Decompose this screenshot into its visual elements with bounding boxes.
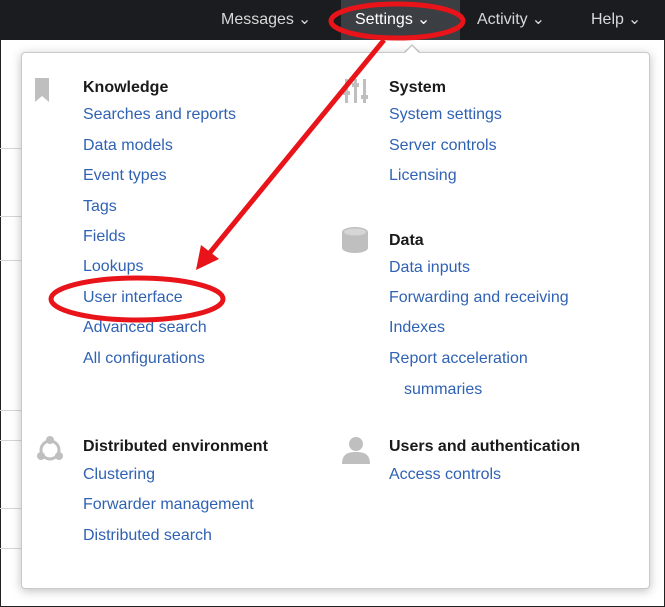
section-title-users-and-authentication: Users and authentication — [389, 438, 581, 455]
link-report-acceleration-summaries[interactable]: summaries — [404, 381, 482, 399]
background-divider — [0, 410, 21, 411]
database-icon — [342, 227, 368, 253]
link-searches-and-reports[interactable]: Searches and reports — [83, 106, 236, 124]
link-fields[interactable]: Fields — [83, 228, 126, 246]
link-indexes[interactable]: Indexes — [389, 319, 445, 337]
nav-help[interactable]: Help ⌄ — [591, 0, 641, 40]
background-divider — [0, 260, 21, 261]
link-system-settings[interactable]: System settings — [389, 106, 502, 124]
link-event-types[interactable]: Event types — [83, 167, 167, 185]
link-all-configurations[interactable]: All configurations — [83, 350, 205, 368]
section-title-data: Data — [389, 232, 424, 249]
user-icon — [342, 437, 370, 464]
link-licensing[interactable]: Licensing — [389, 167, 457, 185]
top-nav-bar: Messages ⌄ Settings ⌄ Activity ⌄ Help ⌄ — [0, 0, 665, 40]
section-title-knowledge: Knowledge — [83, 79, 169, 96]
nav-settings[interactable]: Settings ⌄ — [341, 0, 460, 40]
link-data-inputs[interactable]: Data inputs — [389, 259, 470, 277]
link-access-controls[interactable]: Access controls — [389, 466, 501, 484]
sliders-icon — [343, 79, 368, 103]
link-distributed-search[interactable]: Distributed search — [83, 527, 212, 545]
chevron-down-icon: ⌄ — [297, 11, 312, 28]
background-divider — [0, 216, 21, 217]
network-icon — [37, 436, 63, 461]
link-forwarding-and-receiving[interactable]: Forwarding and receiving — [389, 289, 569, 307]
link-user-interface[interactable]: User interface — [83, 289, 183, 307]
chevron-down-icon: ⌄ — [416, 11, 431, 28]
background-divider — [0, 440, 21, 441]
background-divider — [0, 148, 21, 149]
section-title-distributed-environment: Distributed environment — [83, 438, 268, 455]
nav-messages-label: Messages — [221, 11, 294, 28]
chevron-down-icon: ⌄ — [531, 11, 546, 28]
nav-settings-label: Settings — [355, 11, 413, 28]
link-advanced-search[interactable]: Advanced search — [83, 319, 207, 337]
nav-activity-label: Activity — [477, 11, 528, 28]
link-report-acceleration[interactable]: Report acceleration — [389, 350, 528, 368]
link-server-controls[interactable]: Server controls — [389, 137, 497, 155]
menu-caret-inner — [404, 46, 420, 54]
nav-activity[interactable]: Activity ⌄ — [477, 0, 545, 40]
section-title-system: System — [389, 79, 446, 96]
nav-messages[interactable]: Messages ⌄ — [221, 0, 311, 40]
link-clustering[interactable]: Clustering — [83, 466, 155, 484]
background-divider — [0, 508, 21, 509]
nav-help-label: Help — [591, 11, 624, 28]
link-lookups[interactable]: Lookups — [83, 258, 144, 276]
link-data-models[interactable]: Data models — [83, 137, 173, 155]
background-divider — [0, 548, 21, 549]
bookmark-icon — [35, 78, 49, 102]
chevron-down-icon: ⌄ — [627, 11, 642, 28]
link-forwarder-management[interactable]: Forwarder management — [83, 496, 254, 514]
link-tags[interactable]: Tags — [83, 198, 117, 216]
